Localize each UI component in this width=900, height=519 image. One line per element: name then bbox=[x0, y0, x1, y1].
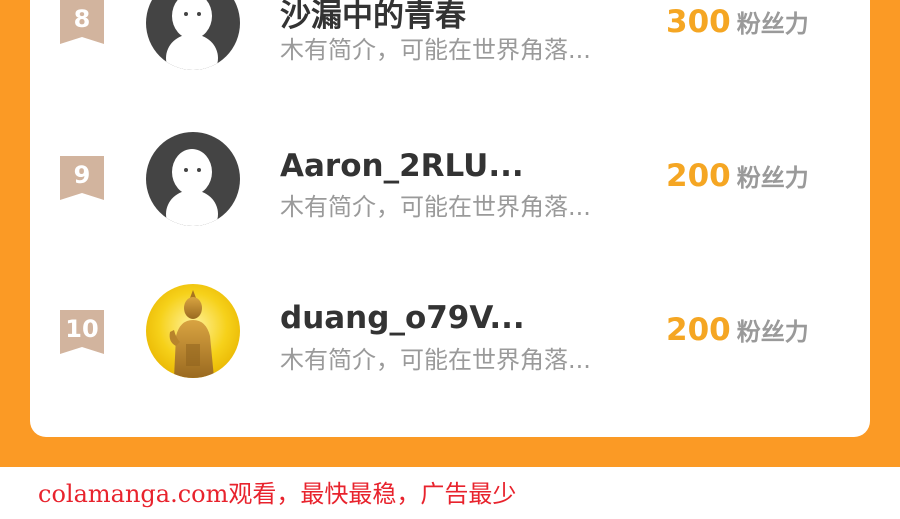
ranking-row[interactable]: 8 沙漏中的青春 木有简介，可能在世界角落... 300 粉丝力 bbox=[30, 0, 870, 80]
fans-power: 300 粉丝力 bbox=[666, 4, 809, 40]
ranking-row[interactable]: 10 duang_o79V... 木有简介，可能在世界角落... 200 粉丝力 bbox=[30, 270, 870, 380]
fans-value: 200 bbox=[666, 312, 731, 348]
default-user-icon bbox=[146, 132, 240, 226]
fans-power: 200 粉丝力 bbox=[666, 312, 809, 348]
ranking-row[interactable]: 9 Aaron_2RLU... 木有简介，可能在世界角落... 200 粉丝力 bbox=[30, 120, 870, 230]
default-user-icon bbox=[146, 0, 240, 70]
avatar[interactable] bbox=[146, 132, 240, 226]
fans-unit: 粉丝力 bbox=[736, 164, 809, 192]
rank-badge: 10 bbox=[60, 310, 104, 354]
buddha-photo bbox=[146, 284, 240, 378]
user-name[interactable]: Aaron_2RLU... bbox=[280, 148, 524, 184]
fans-unit: 粉丝力 bbox=[736, 10, 809, 38]
user-bio: 木有简介，可能在世界角落... bbox=[280, 346, 591, 374]
avatar[interactable] bbox=[146, 0, 240, 70]
rank-badge: 9 bbox=[60, 156, 104, 200]
watermark-text: colamanga.com观看，最快最稳，广告最少 bbox=[38, 480, 517, 508]
avatar[interactable] bbox=[146, 284, 240, 378]
ranking-card: 8 沙漏中的青春 木有简介，可能在世界角落... 300 粉丝力 9 Aaron… bbox=[30, 0, 870, 437]
fans-value: 200 bbox=[666, 158, 731, 194]
fans-power: 200 粉丝力 bbox=[666, 158, 809, 194]
fans-unit: 粉丝力 bbox=[736, 318, 809, 346]
user-name[interactable]: duang_o79V... bbox=[280, 300, 525, 336]
fans-value: 300 bbox=[666, 4, 731, 40]
rank-badge: 8 bbox=[60, 0, 104, 44]
user-bio: 木有简介，可能在世界角落... bbox=[280, 193, 591, 221]
user-bio: 木有简介，可能在世界角落... bbox=[280, 36, 591, 64]
